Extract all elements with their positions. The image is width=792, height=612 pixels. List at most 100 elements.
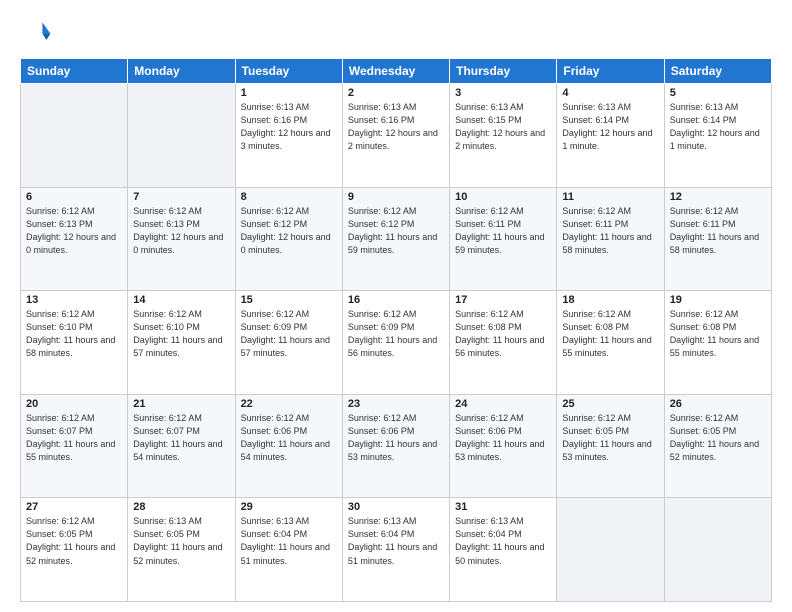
day-detail: Sunrise: 6:12 AMSunset: 6:12 PMDaylight:…	[348, 205, 444, 257]
day-detail: Sunrise: 6:13 AMSunset: 6:04 PMDaylight:…	[348, 515, 444, 567]
sunrise-text: Sunrise: 6:12 AM	[241, 308, 337, 321]
day-cell	[664, 498, 771, 602]
day-detail: Sunrise: 6:12 AMSunset: 6:11 PMDaylight:…	[670, 205, 766, 257]
day-detail: Sunrise: 6:12 AMSunset: 6:13 PMDaylight:…	[133, 205, 229, 257]
sunrise-text: Sunrise: 6:13 AM	[241, 101, 337, 114]
sunset-text: Sunset: 6:11 PM	[455, 218, 551, 231]
sunrise-text: Sunrise: 6:12 AM	[670, 308, 766, 321]
sunset-text: Sunset: 6:09 PM	[241, 321, 337, 334]
sunrise-text: Sunrise: 6:12 AM	[26, 412, 122, 425]
daylight-text: Daylight: 12 hours and 2 minutes.	[348, 127, 444, 153]
day-detail: Sunrise: 6:12 AMSunset: 6:08 PMDaylight:…	[455, 308, 551, 360]
sunset-text: Sunset: 6:07 PM	[26, 425, 122, 438]
day-cell: 6Sunrise: 6:12 AMSunset: 6:13 PMDaylight…	[21, 187, 128, 291]
day-cell: 8Sunrise: 6:12 AMSunset: 6:12 PMDaylight…	[235, 187, 342, 291]
day-cell: 31Sunrise: 6:13 AMSunset: 6:04 PMDayligh…	[450, 498, 557, 602]
sunset-text: Sunset: 6:04 PM	[455, 528, 551, 541]
daylight-text: Daylight: 11 hours and 56 minutes.	[455, 334, 551, 360]
daylight-text: Daylight: 12 hours and 0 minutes.	[133, 231, 229, 257]
day-cell	[21, 84, 128, 188]
daylight-text: Daylight: 12 hours and 2 minutes.	[455, 127, 551, 153]
day-detail: Sunrise: 6:12 AMSunset: 6:09 PMDaylight:…	[241, 308, 337, 360]
day-number: 10	[455, 191, 551, 203]
day-detail: Sunrise: 6:13 AMSunset: 6:05 PMDaylight:…	[133, 515, 229, 567]
daylight-text: Daylight: 11 hours and 56 minutes.	[348, 334, 444, 360]
daylight-text: Daylight: 11 hours and 57 minutes.	[241, 334, 337, 360]
day-number: 26	[670, 398, 766, 410]
day-number: 20	[26, 398, 122, 410]
day-number: 27	[26, 501, 122, 513]
daylight-text: Daylight: 11 hours and 58 minutes.	[26, 334, 122, 360]
day-detail: Sunrise: 6:12 AMSunset: 6:05 PMDaylight:…	[670, 412, 766, 464]
day-number: 9	[348, 191, 444, 203]
daylight-text: Daylight: 11 hours and 51 minutes.	[348, 541, 444, 567]
sunset-text: Sunset: 6:14 PM	[562, 114, 658, 127]
day-cell: 11Sunrise: 6:12 AMSunset: 6:11 PMDayligh…	[557, 187, 664, 291]
col-header-friday: Friday	[557, 59, 664, 84]
sunset-text: Sunset: 6:09 PM	[348, 321, 444, 334]
day-number: 15	[241, 294, 337, 306]
sunrise-text: Sunrise: 6:12 AM	[562, 412, 658, 425]
day-number: 11	[562, 191, 658, 203]
day-cell: 19 Sunrise: 6:12 AMSunset: 6:08 PMDayligh…	[664, 291, 771, 395]
day-cell: 20 Sunrise: 6:12 AMSunset: 6:07 PMDayligh…	[21, 394, 128, 498]
sunrise-text: Sunrise: 6:12 AM	[133, 308, 229, 321]
logo	[20, 16, 56, 48]
day-number: 19	[670, 294, 766, 306]
daylight-text: Daylight: 11 hours and 59 minutes.	[455, 231, 551, 257]
sunset-text: Sunset: 6:12 PM	[348, 218, 444, 231]
day-detail: Sunrise: 6:12 AMSunset: 6:06 PMDaylight:…	[348, 412, 444, 464]
daylight-text: Daylight: 11 hours and 52 minutes.	[670, 438, 766, 464]
day-number: 3	[455, 87, 551, 99]
day-cell: 30 Sunrise: 6:13 AMSunset: 6:04 PMDayligh…	[342, 498, 449, 602]
sunrise-text: Sunrise: 6:12 AM	[26, 205, 122, 218]
day-number: 25	[562, 398, 658, 410]
calendar: SundayMondayTuesdayWednesdayThursdayFrid…	[20, 58, 772, 602]
sunrise-text: Sunrise: 6:13 AM	[133, 515, 229, 528]
day-number: 29	[241, 501, 337, 513]
day-cell: 26 Sunrise: 6:12 AMSunset: 6:05 PMDayligh…	[664, 394, 771, 498]
day-number: 7	[133, 191, 229, 203]
sunset-text: Sunset: 6:04 PM	[348, 528, 444, 541]
sunrise-text: Sunrise: 6:12 AM	[348, 308, 444, 321]
day-number: 2	[348, 87, 444, 99]
day-detail: Sunrise: 6:13 AMSunset: 6:16 PMDaylight:…	[348, 101, 444, 153]
sunset-text: Sunset: 6:15 PM	[455, 114, 551, 127]
sunset-text: Sunset: 6:10 PM	[26, 321, 122, 334]
daylight-text: Daylight: 11 hours and 57 minutes.	[133, 334, 229, 360]
daylight-text: Daylight: 12 hours and 0 minutes.	[241, 231, 337, 257]
day-cell: 18Sunrise: 6:12 AMSunset: 6:08 PMDayligh…	[557, 291, 664, 395]
daylight-text: Daylight: 11 hours and 55 minutes.	[26, 438, 122, 464]
day-cell: 22Sunrise: 6:12 AMSunset: 6:06 PMDayligh…	[235, 394, 342, 498]
sunrise-text: Sunrise: 6:12 AM	[26, 515, 122, 528]
day-number: 30	[348, 501, 444, 513]
daylight-text: Daylight: 11 hours and 53 minutes.	[348, 438, 444, 464]
sunrise-text: Sunrise: 6:12 AM	[670, 412, 766, 425]
sunset-text: Sunset: 6:05 PM	[133, 528, 229, 541]
day-number: 4	[562, 87, 658, 99]
day-number: 12	[670, 191, 766, 203]
daylight-text: Daylight: 12 hours and 3 minutes.	[241, 127, 337, 153]
week-row-1: 1Sunrise: 6:13 AMSunset: 6:16 PMDaylight…	[21, 84, 772, 188]
sunrise-text: Sunrise: 6:12 AM	[562, 205, 658, 218]
page: SundayMondayTuesdayWednesdayThursdayFrid…	[0, 0, 792, 612]
day-detail: Sunrise: 6:12 AMSunset: 6:09 PMDaylight:…	[348, 308, 444, 360]
daylight-text: Daylight: 11 hours and 53 minutes.	[455, 438, 551, 464]
day-detail: Sunrise: 6:12 AMSunset: 6:07 PMDaylight:…	[133, 412, 229, 464]
day-detail: Sunrise: 6:12 AMSunset: 6:13 PMDaylight:…	[26, 205, 122, 257]
day-detail: Sunrise: 6:12 AMSunset: 6:08 PMDaylight:…	[670, 308, 766, 360]
day-detail: Sunrise: 6:12 AMSunset: 6:07 PMDaylight:…	[26, 412, 122, 464]
day-cell: 4Sunrise: 6:13 AMSunset: 6:14 PMDaylight…	[557, 84, 664, 188]
day-number: 31	[455, 501, 551, 513]
day-number: 13	[26, 294, 122, 306]
col-header-saturday: Saturday	[664, 59, 771, 84]
day-detail: Sunrise: 6:13 AMSunset: 6:15 PMDaylight:…	[455, 101, 551, 153]
day-detail: Sunrise: 6:12 AMSunset: 6:05 PMDaylight:…	[562, 412, 658, 464]
sunset-text: Sunset: 6:16 PM	[241, 114, 337, 127]
sunset-text: Sunset: 6:12 PM	[241, 218, 337, 231]
col-header-monday: Monday	[128, 59, 235, 84]
day-cell: 1Sunrise: 6:13 AMSunset: 6:16 PMDaylight…	[235, 84, 342, 188]
day-cell: 14Sunrise: 6:12 AMSunset: 6:10 PMDayligh…	[128, 291, 235, 395]
day-number: 5	[670, 87, 766, 99]
daylight-text: Daylight: 11 hours and 55 minutes.	[670, 334, 766, 360]
